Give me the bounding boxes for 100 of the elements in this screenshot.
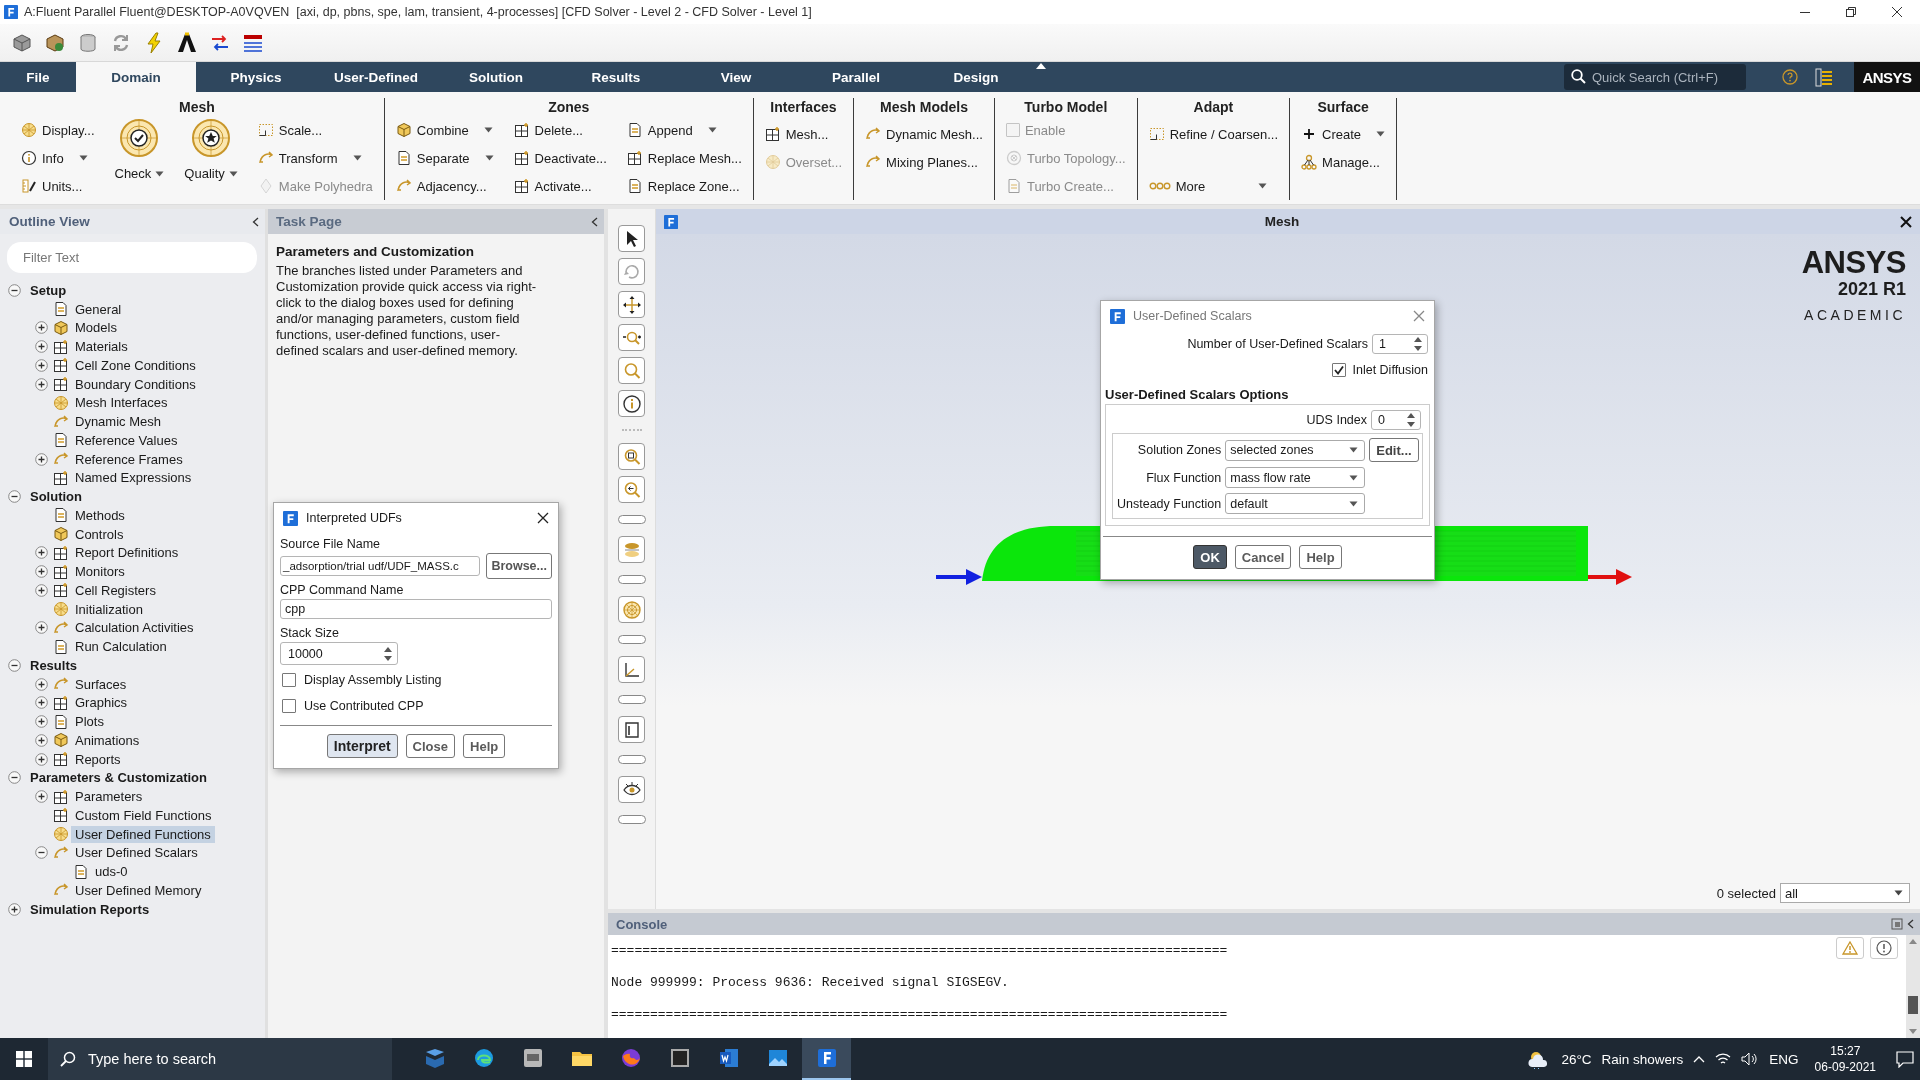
collapse-icon[interactable] xyxy=(252,216,259,227)
ribbon-button[interactable]: Quality xyxy=(184,116,238,181)
expand-toggle[interactable] xyxy=(35,583,48,597)
expand-handle[interactable] xyxy=(617,815,646,824)
ribbon-button[interactable]: Dynamic Mesh... xyxy=(865,120,983,148)
network-icon[interactable] xyxy=(1715,1052,1732,1066)
layers-icon[interactable] xyxy=(618,536,645,563)
browse-button[interactable]: Browse... xyxy=(486,553,552,579)
quick-search-field[interactable]: Quick Search (Ctrl+F) xyxy=(1564,64,1746,90)
dropdown[interactable]: mass flow rate xyxy=(1225,467,1366,488)
ribbon-button[interactable]: Adjacency... xyxy=(395,172,494,200)
zoom-icon[interactable] xyxy=(618,357,645,384)
ribbon-button[interactable]: Separate xyxy=(395,144,494,172)
tree-item[interactable]: Results xyxy=(26,656,81,674)
tree-item[interactable]: uds-0 xyxy=(91,863,132,881)
tree-item[interactable]: Cell Registers xyxy=(71,581,160,599)
cylinder-icon[interactable] xyxy=(77,31,99,54)
spinner-arrows-icon[interactable] xyxy=(1413,335,1423,353)
axes-icon[interactable] xyxy=(618,656,645,683)
tree-item[interactable]: User Defined Functions xyxy=(71,825,215,843)
expand-toggle[interactable] xyxy=(35,790,48,804)
tree-item[interactable]: User Defined Scalars xyxy=(71,844,202,862)
ribbon-button[interactable]: Create xyxy=(1301,120,1386,148)
dialog-button[interactable]: Cancel xyxy=(1234,545,1292,569)
tree-item[interactable]: Reference Frames xyxy=(71,450,187,468)
language-indicator[interactable]: ENG xyxy=(1769,1051,1799,1067)
expand-toggle[interactable] xyxy=(35,715,48,729)
expand-toggle[interactable] xyxy=(8,902,21,916)
info-icon[interactable] xyxy=(618,390,645,417)
ribbon-tab[interactable]: User-Defined xyxy=(316,62,436,92)
mesh-icon[interactable] xyxy=(618,596,645,623)
tree-item[interactable]: Plots xyxy=(71,713,108,731)
close-button[interactable] xyxy=(537,512,549,524)
arch-icon[interactable] xyxy=(176,31,198,54)
ribbon-tab[interactable]: Results xyxy=(556,62,676,92)
eye-icon[interactable] xyxy=(618,776,645,803)
taskbar-search-field[interactable]: Type here to search xyxy=(48,1038,392,1080)
ribbon-button[interactable]: Replace Zone... xyxy=(626,172,742,200)
tree-item[interactable]: Report Definitions xyxy=(71,544,183,562)
dialog-button[interactable]: Help xyxy=(1299,545,1342,569)
ribbon-button[interactable]: Check xyxy=(114,116,165,181)
tree-item[interactable]: Setup xyxy=(26,281,71,299)
uds-index-field[interactable]: 0 xyxy=(1371,410,1421,430)
ribbon-button[interactable]: Units... xyxy=(21,172,95,200)
tree-item[interactable]: Surfaces xyxy=(71,675,131,693)
source-file-field[interactable]: _adsorption/trial udf/UDF_MASS.c xyxy=(280,556,481,576)
panel-list-icon[interactable] xyxy=(1814,67,1834,87)
tree-item[interactable]: Parameters xyxy=(71,788,147,806)
expand-handle[interactable] xyxy=(617,635,646,644)
ribbon-button[interactable]: Deactivate... xyxy=(513,144,607,172)
ribbon-tab[interactable]: Parallel xyxy=(796,62,916,92)
dialog-button[interactable]: Close xyxy=(405,734,455,758)
expand-toggle[interactable] xyxy=(35,321,48,335)
dialog-button[interactable]: OK xyxy=(1193,545,1227,569)
ribbon-tab[interactable]: View xyxy=(676,62,796,92)
collapse-toggle[interactable] xyxy=(8,490,21,504)
cpp-command-field[interactable]: cpp xyxy=(280,599,552,619)
ribbon-button[interactable]: Display... xyxy=(21,116,95,144)
tree-item[interactable]: Initialization xyxy=(71,600,147,618)
collapse-toggle[interactable] xyxy=(35,846,48,860)
ribbon-button[interactable]: Scale... xyxy=(257,116,373,144)
tree-item[interactable]: Run Calculation xyxy=(71,638,171,656)
tree-item[interactable]: Dynamic Mesh xyxy=(71,413,165,431)
selection-dropdown[interactable]: all xyxy=(1780,883,1910,903)
expand-toggle[interactable] xyxy=(35,621,48,635)
ribbon-tab[interactable]: Solution xyxy=(436,62,556,92)
tree-item[interactable]: Cell Zone Conditions xyxy=(71,356,200,374)
collapse-toggle[interactable] xyxy=(8,771,21,785)
zoom-out-icon[interactable] xyxy=(618,476,645,503)
zoom-box-icon[interactable] xyxy=(618,443,645,470)
ribbon-tab[interactable]: Design xyxy=(916,62,1036,92)
tree-item[interactable]: Animations xyxy=(71,731,144,749)
chevron-up-icon[interactable] xyxy=(1693,1055,1706,1063)
ribbon-button[interactable]: Combine xyxy=(395,116,494,144)
expand-toggle[interactable] xyxy=(35,752,48,766)
scroll-down-icon[interactable] xyxy=(1909,1029,1917,1034)
clock-date[interactable]: 06-09-2021 xyxy=(1814,1059,1876,1075)
ribbon-tab[interactable]: Physics xyxy=(196,62,316,92)
ribbon-tab[interactable]: Domain xyxy=(76,62,196,92)
tree-item[interactable]: Named Expressions xyxy=(71,469,196,487)
checkbox[interactable] xyxy=(282,673,296,687)
pan-icon[interactable] xyxy=(618,291,645,318)
close-button[interactable] xyxy=(1900,215,1912,228)
filter-field[interactable]: Filter Text xyxy=(7,242,257,273)
tree-item[interactable]: Custom Field Functions xyxy=(71,806,216,824)
tree-item[interactable]: Calculation Activities xyxy=(71,619,198,637)
expand-handle[interactable] xyxy=(617,695,646,704)
stack-size-field[interactable]: 10000 xyxy=(280,642,398,665)
expand-handle[interactable] xyxy=(617,515,646,524)
ribbon-button[interactable]: Activate... xyxy=(513,172,607,200)
expand-toggle[interactable] xyxy=(35,696,48,710)
rotate-icon[interactable] xyxy=(618,258,645,285)
tree-item[interactable]: Simulation Reports xyxy=(26,900,154,918)
scalar-count-field[interactable]: 1 xyxy=(1372,334,1428,354)
collapse-icon[interactable] xyxy=(1907,919,1914,929)
info-button[interactable] xyxy=(1870,937,1898,959)
ribbon-button[interactable]: Transform xyxy=(257,144,373,172)
zoom-pan-icon[interactable] xyxy=(618,324,645,351)
scrollbar[interactable] xyxy=(1906,935,1920,1038)
ribbon-button[interactable]: Manage... xyxy=(1301,148,1386,176)
